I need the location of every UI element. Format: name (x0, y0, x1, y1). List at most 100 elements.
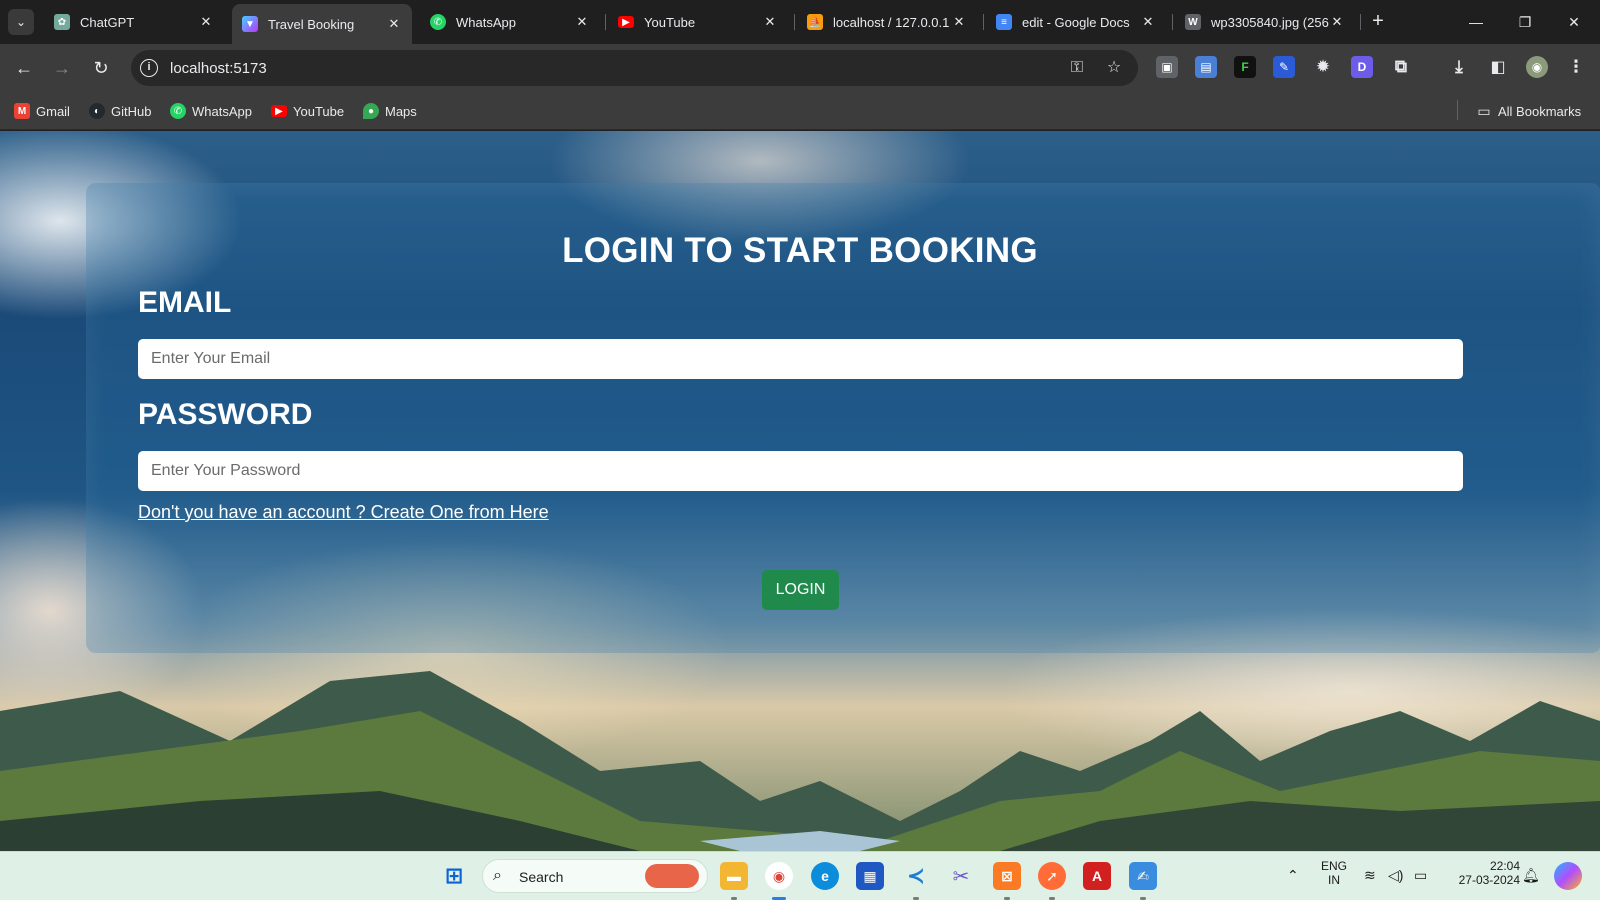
close-icon[interactable]: ✕ (1140, 14, 1156, 30)
copilot-icon[interactable] (1554, 862, 1582, 890)
bookmark-whatsapp[interactable]: ✆ WhatsApp (170, 100, 252, 122)
tab-image[interactable]: W wp3305840.jpg (2560 ✕ (1175, 6, 1355, 38)
windows-taskbar: ⊞ ⌕ Search ▬ ◉ e ▦ ≺ ✂ ⊠ ➚ A ✍ ⌃ ENG IN … (0, 851, 1600, 900)
profile-avatar[interactable]: ◉ (1526, 56, 1548, 78)
phpmyadmin-icon: ⛵ (807, 14, 823, 30)
reload-icon[interactable]: ↻ (88, 55, 114, 81)
site-info-icon[interactable]: i (140, 59, 158, 77)
tab-localhost[interactable]: ⛵ localhost / 127.0.0.1 ✕ (797, 6, 977, 38)
new-tab-button[interactable]: + (1367, 11, 1389, 33)
extensions-puzzle-icon[interactable]: ⧉ (1390, 56, 1412, 78)
volume-icon[interactable]: ◁) (1388, 867, 1403, 884)
tab-whatsapp[interactable]: ✆ WhatsApp ✕ (420, 6, 600, 38)
d-extension-icon[interactable]: D (1351, 56, 1373, 78)
whatsapp-icon: ✆ (170, 103, 186, 119)
battery-icon[interactable]: ▭ (1414, 867, 1427, 884)
bookmark-star-icon[interactable]: ☆ (1104, 58, 1124, 78)
tab-title: localhost / 127.0.0.1 (833, 14, 950, 30)
restore-icon[interactable]: ❐ (1502, 8, 1548, 36)
tab-google-docs[interactable]: ≡ edit - Google Docs ✕ (986, 6, 1166, 38)
bookmark-gmail[interactable]: M Gmail (14, 100, 70, 122)
github-icon: ◐ (89, 103, 105, 119)
login-button[interactable]: LOGIN (762, 570, 839, 610)
bookmark-label: WhatsApp (192, 103, 252, 119)
region-code: IN (1328, 873, 1340, 887)
maps-icon: ● (363, 103, 379, 119)
close-icon[interactable]: ✕ (1329, 14, 1345, 30)
tab-separator (794, 14, 795, 30)
email-label: EMAIL (138, 286, 232, 319)
tab-title: ChatGPT (80, 14, 135, 30)
email-field[interactable] (138, 339, 1463, 379)
windows-start-icon[interactable]: ⊞ (440, 862, 468, 890)
bookmark-maps[interactable]: ● Maps (363, 100, 417, 122)
bookmark-label: YouTube (293, 103, 345, 119)
clock[interactable]: 22:04 27-03-2024 (1442, 859, 1520, 887)
close-icon[interactable]: ✕ (386, 16, 402, 32)
tab-title: edit - Google Docs (1022, 14, 1130, 30)
screencast-extension-icon[interactable]: ▣ (1156, 56, 1178, 78)
youtube-icon: ▶ (271, 105, 287, 117)
close-icon[interactable]: ✕ (198, 14, 214, 30)
chrome-icon[interactable]: ◉ (765, 862, 793, 890)
bookmark-label: Gmail (36, 103, 70, 119)
xampp-icon[interactable]: ⊠ (993, 862, 1021, 890)
password-key-icon[interactable]: ⚿ (1067, 58, 1087, 78)
bookmark-label: Maps (385, 103, 417, 119)
bookmark-github[interactable]: ◐ GitHub (89, 100, 151, 122)
tab-chatgpt[interactable]: ✿ ChatGPT ✕ (44, 6, 224, 38)
tab-title: wp3305840.jpg (2560 (1211, 14, 1329, 30)
bookmarks-separator (1457, 100, 1458, 120)
back-icon[interactable]: ← (11, 55, 37, 81)
all-bookmarks-folder[interactable]: ▭ All Bookmarks (1476, 100, 1581, 122)
password-field[interactable] (138, 451, 1463, 491)
notification-bell-icon[interactable]: 🔔︎ (1522, 867, 1540, 884)
clock-time: 22:04 (1489, 859, 1520, 873)
docs-extension-icon[interactable]: ▤ (1195, 56, 1217, 78)
tab-title: WhatsApp (456, 14, 516, 30)
tab-separator (1172, 14, 1173, 30)
address-bar[interactable]: i localhost:5173 ⚿ ☆ (131, 50, 1138, 86)
tab-travel-booking[interactable]: ▼ Travel Booking ✕ (232, 4, 412, 44)
chevron-up-icon[interactable]: ⌃ (1287, 867, 1299, 884)
search-label: Search (519, 869, 564, 885)
page-title: LOGIN TO START BOOKING (562, 231, 1038, 270)
f-extension-icon[interactable]: F (1234, 56, 1256, 78)
bookmark-youtube[interactable]: ▶ YouTube (271, 100, 344, 122)
clock-date: 27-03-2024 (1458, 873, 1520, 887)
page-background: LOGIN TO START BOOKING EMAIL PASSWORD Do… (0, 131, 1600, 851)
tab-youtube[interactable]: ▶ YouTube ✕ (608, 6, 788, 38)
create-account-link[interactable]: Don't you have an account ? Create One f… (138, 502, 549, 523)
menu-kebab-icon[interactable]: ⋮ (1565, 56, 1587, 78)
acrobat-icon[interactable]: A (1083, 862, 1111, 890)
edge-icon[interactable]: e (811, 862, 839, 890)
language-indicator[interactable]: ENG IN (1318, 859, 1350, 887)
tab-title: Travel Booking (268, 16, 355, 32)
window-close-icon[interactable]: ✕ (1551, 8, 1597, 36)
pen-extension-icon[interactable]: ✎ (1273, 56, 1295, 78)
youtube-icon: ▶ (618, 16, 634, 28)
wifi-icon[interactable]: ≋ (1364, 867, 1376, 884)
download-icon[interactable]: ⤓ (1448, 56, 1470, 78)
paint-icon[interactable]: ✍ (1129, 862, 1157, 890)
address-url[interactable]: localhost:5173 (170, 60, 267, 77)
side-panel-icon[interactable]: ◧ (1487, 56, 1509, 78)
gmail-icon: M (14, 103, 30, 119)
vscode-icon[interactable]: ≺ (902, 862, 930, 890)
tab-search-icon[interactable]: ⌄ (8, 9, 34, 35)
close-icon[interactable]: ✕ (951, 14, 967, 30)
folder-icon: ▭ (1477, 102, 1491, 119)
postman-icon[interactable]: ➚ (1038, 862, 1066, 890)
taskbar-search[interactable]: ⌕ Search (482, 859, 708, 893)
all-bookmarks-label: All Bookmarks (1498, 103, 1582, 119)
close-icon[interactable]: ✕ (574, 14, 590, 30)
minimize-icon[interactable]: — (1453, 8, 1499, 36)
settings-extension-icon[interactable]: ✹ (1312, 56, 1334, 78)
snipping-tool-icon[interactable]: ✂ (947, 862, 975, 890)
close-icon[interactable]: ✕ (762, 14, 778, 30)
vite-icon: ▼ (242, 16, 258, 32)
microsoft-store-icon[interactable]: ▦ (856, 862, 884, 890)
forward-icon[interactable]: → (49, 55, 75, 81)
file-explorer-icon[interactable]: ▬ (720, 862, 748, 890)
image-icon: W (1185, 14, 1201, 30)
